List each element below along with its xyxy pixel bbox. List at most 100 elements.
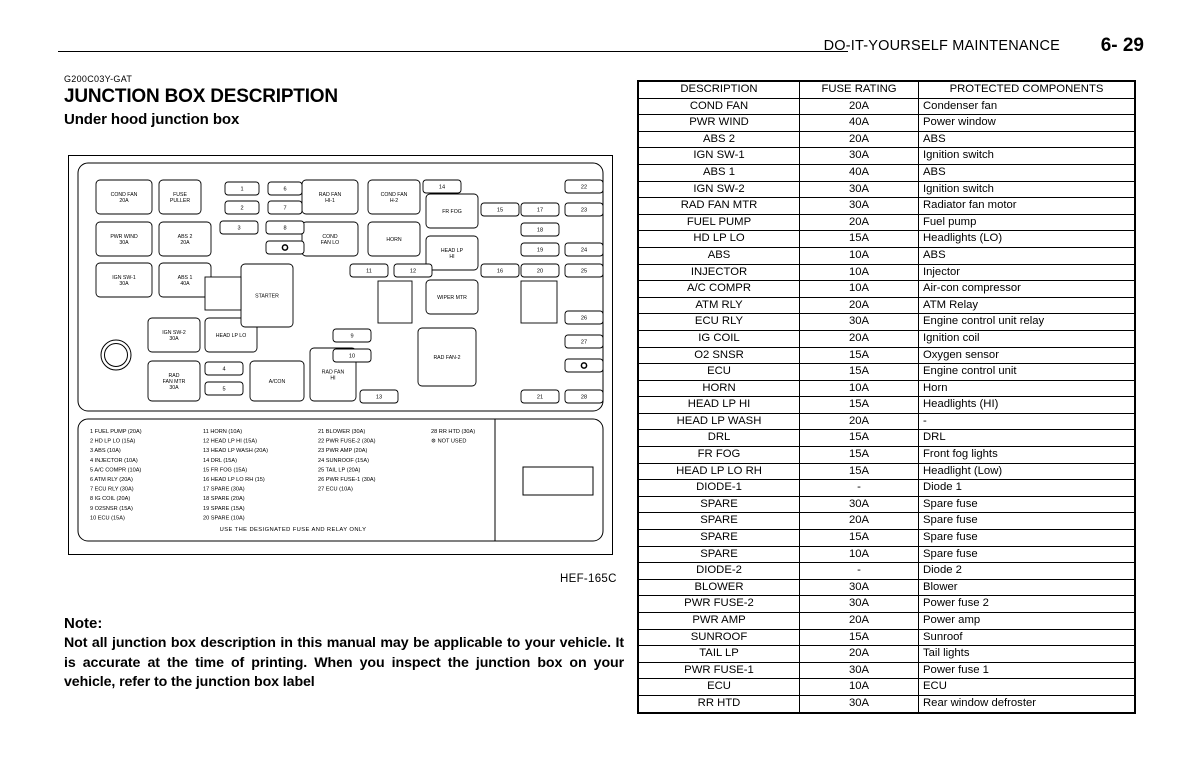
fuse-slot-19[interactable]: 19	[520, 242, 560, 257]
fuse-slot-5[interactable]: 5	[204, 381, 244, 396]
fusebox-relay-cond-fan-lo[interactable]: CONDFAN LO	[301, 221, 359, 257]
relay-label: RAD FAN-2	[433, 355, 460, 361]
table-cell: 20A	[799, 329, 919, 348]
fuse-slot-26[interactable]: 26	[564, 310, 604, 325]
fuse-slot-18[interactable]: 18	[520, 222, 560, 237]
legend-item: 17 SPARE (30A)	[203, 487, 245, 493]
legend-item: 25 TAIL LP (20A)	[318, 467, 361, 473]
table-row: RAD FAN MTR 30A Radiator fan motor	[637, 197, 1136, 215]
table-row: ATM RLY 20A ATM Relay	[637, 296, 1136, 315]
fusebox-relay-ign-sw-1[interactable]: IGN SW-130A	[95, 262, 153, 298]
table-row: PWR FUSE-1 30A Power fuse 1	[637, 661, 1136, 680]
fusebox-relay-aicon[interactable]: A/CON	[249, 360, 305, 402]
table-cell: SPARE	[637, 545, 800, 564]
fuse-slot-10[interactable]: 10	[332, 348, 372, 363]
table-cell: 30A	[799, 197, 919, 215]
fusebox-relay-fr-fog[interactable]: FR FOG	[425, 193, 479, 229]
legend-item: ⚙ NOT USED	[431, 438, 466, 445]
fuse-slot-not-used-icon[interactable]	[564, 358, 604, 373]
table-cell: 10A	[799, 263, 919, 282]
table-row: IG COIL 20A Ignition coil	[637, 329, 1136, 348]
table-cell: Diode 1	[918, 479, 1136, 497]
relay-label: H-2	[390, 198, 398, 204]
table-cell: FR FOG	[637, 446, 800, 464]
fusebox-relay-rad-fan-2[interactable]: RAD FAN-2	[417, 327, 477, 387]
fuse-slot-24[interactable]: 24	[564, 242, 604, 257]
fuse-slot-number: 11	[366, 269, 372, 275]
table-row: ECU RLY 30A Engine control unit relay	[637, 313, 1136, 331]
fuse-slot-25[interactable]: 25	[564, 263, 604, 278]
table-column-header: DESCRIPTION	[637, 80, 800, 99]
table-row: IGN SW-2 30A Ignition switch	[637, 180, 1136, 199]
table-cell: HEAD LP HI	[637, 396, 800, 414]
fusebox-relay-fuse-puller[interactable]: FUSEPULLER	[158, 179, 202, 215]
fusebox-empty-slot-2[interactable]	[377, 280, 413, 324]
page-header-title: DO-IT-YOURSELF MAINTENANCE	[823, 38, 1060, 54]
table-cell: Ignition switch	[918, 147, 1136, 165]
fuse-slot-4[interactable]: 4	[204, 361, 244, 376]
fusebox-empty-slot-1[interactable]	[204, 276, 242, 311]
table-cell: 15A	[799, 230, 919, 248]
fusebox-relay-head-lp-hi[interactable]: HEAD LPHI	[425, 235, 479, 271]
fusebox-relay-rad-fan-hi-1[interactable]: RAD FANHI-1	[301, 179, 359, 215]
fusebox-relay-abs-2[interactable]: ABS 220A	[158, 221, 212, 257]
fuse-slot-not-used-icon[interactable]	[265, 240, 305, 255]
table-cell: Headlights (LO)	[918, 230, 1136, 248]
legend-item: 21 BLOWER (30A)	[318, 429, 365, 435]
fuse-slot-2[interactable]: 2	[224, 200, 260, 215]
fuse-slot-17[interactable]: 17	[520, 202, 560, 217]
fusebox-relay-abs-1[interactable]: ABS 140A	[158, 262, 212, 298]
round-connector	[100, 339, 132, 371]
legend-item: 22 PWR FUSE-2 (30A)	[318, 439, 376, 445]
table-cell: Fuel pump	[918, 213, 1136, 232]
fusebox-empty-slot-3[interactable]	[520, 280, 558, 324]
table-cell: Ignition switch	[918, 180, 1136, 199]
relay-label: HI	[449, 254, 454, 260]
fuse-slot-15[interactable]: 15	[480, 202, 520, 217]
table-cell: INJECTOR	[637, 263, 800, 282]
table-cell: 30A	[799, 180, 919, 199]
table-cell: Spare fuse	[918, 512, 1136, 531]
relay-label: A/CON	[269, 379, 286, 385]
fuse-slot-13[interactable]: 13	[359, 389, 399, 404]
fusebox-relay-cond-fan-h-2[interactable]: COND FANH-2	[367, 179, 421, 215]
fuse-slot-23[interactable]: 23	[564, 202, 604, 217]
fuse-slot-6[interactable]: 6	[267, 181, 303, 196]
fuse-slot-number: 14	[439, 185, 445, 191]
fusebox-relay-cond-fan[interactable]: COND FAN20A	[95, 179, 153, 215]
label-placeholder-box	[522, 466, 594, 496]
fuse-slot-7[interactable]: 7	[267, 200, 303, 215]
fusebox-relay-starter[interactable]: STARTER	[240, 263, 294, 328]
table-cell: Oxygen sensor	[918, 346, 1136, 365]
table-row: BLOWER 30A Blower	[637, 578, 1136, 597]
relay-label: 20A	[119, 198, 129, 204]
table-cell: 30A	[799, 694, 919, 713]
fuse-slot-number: 1	[240, 187, 243, 193]
fusebox-relay-wiper-mtr[interactable]: WIPER MTR	[425, 279, 479, 315]
fusebox-relay-ign-sw-2[interactable]: IGN SW-230A	[147, 317, 201, 353]
fusebox-relay-rad-fan-mtr[interactable]: RADFAN MTR30A	[147, 360, 201, 402]
table-cell: RAD FAN MTR	[637, 197, 800, 215]
fuse-slot-1[interactable]: 1	[224, 181, 260, 196]
fuse-slot-20[interactable]: 20	[520, 263, 560, 278]
fuse-slot-28[interactable]: 28	[564, 389, 604, 404]
fuse-slot-21[interactable]: 21	[520, 389, 560, 404]
table-row: ECU 10A ECU	[637, 678, 1136, 696]
fuse-slot-11[interactable]: 11	[349, 263, 389, 278]
table-cell: SPARE	[637, 529, 800, 547]
table-cell: Radiator fan motor	[918, 197, 1136, 215]
fuse-slot-27[interactable]: 27	[564, 334, 604, 349]
fuse-slot-9[interactable]: 9	[332, 328, 372, 343]
fuse-slot-16[interactable]: 16	[480, 263, 520, 278]
fuse-slot-8[interactable]: 8	[265, 220, 305, 235]
fusebox-relay-pwr-wind[interactable]: PWR WIND30A	[95, 221, 153, 257]
fuse-slot-3[interactable]: 3	[219, 220, 259, 235]
fuse-slot-14[interactable]: 14	[422, 179, 462, 194]
fusebox-diagram: COND FAN20AFUSEPULLERPWR WIND30AABS 220A…	[77, 162, 604, 542]
fuse-slot-22[interactable]: 22	[564, 179, 604, 194]
table-row: DIODE-1- Diode 1	[637, 479, 1136, 497]
legend-item: 20 SPARE (10A)	[203, 515, 245, 521]
fuse-table-container: DESCRIPTION FUSE RATING PROTECTED COMPONEN…	[637, 80, 1136, 714]
fusebox-relay-horn[interactable]: HORN	[367, 221, 421, 257]
fuse-slot-12[interactable]: 12	[393, 263, 433, 278]
